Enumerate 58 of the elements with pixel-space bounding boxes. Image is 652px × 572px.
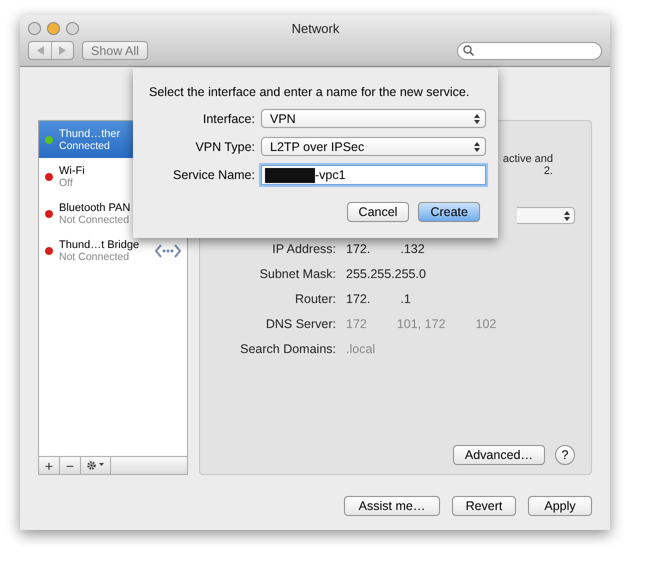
field-value: 172. (346, 242, 370, 256)
field-label: Search Domains: (239, 342, 336, 356)
show-all-button[interactable]: Show All (82, 41, 148, 60)
search-field[interactable] (457, 42, 602, 60)
service-name: Bluetooth PAN (59, 202, 130, 214)
status-text: active and (502, 153, 553, 165)
field-value: .132 (400, 242, 425, 256)
sheet-prompt: Select the interface and enter a name for the new service. (149, 85, 470, 99)
bridge-icon (155, 242, 181, 258)
field-value: 102 (476, 317, 496, 331)
field-value: 172. (346, 292, 370, 306)
service-name: Thund…t Bridge (59, 238, 140, 250)
field-value: 101, 172 (396, 317, 446, 331)
default-button[interactable]: Create (418, 202, 480, 222)
service-status: Not Connected (59, 250, 130, 262)
field-value: .1 (400, 292, 411, 306)
stepper-arrows-icon (474, 142, 480, 152)
advanced-button[interactable]: Advanced… (452, 445, 545, 465)
form-label: Service Name: (172, 168, 255, 182)
search-icon (463, 45, 474, 56)
help-button[interactable]: ? (555, 445, 575, 465)
field-label: IP Address: (271, 242, 336, 256)
remove-button[interactable]: − (60, 457, 81, 474)
form-label: VPN Type: (194, 140, 255, 154)
field-value: 172 (346, 317, 367, 331)
footer-button[interactable]: Apply (528, 496, 592, 516)
add-button[interactable]: + (39, 457, 60, 474)
redaction-block (265, 168, 315, 182)
service-status: Connected (59, 140, 110, 152)
field-label: Router: (294, 292, 336, 306)
zoom-button[interactable] (66, 22, 79, 34)
popup-menu[interactable]: VPN (261, 109, 486, 128)
gear-icon (86, 460, 106, 471)
status-text: 2. (544, 165, 553, 177)
configure-popup[interactable] (517, 207, 575, 224)
field-value: .local (346, 342, 376, 356)
right-triangle-icon (59, 46, 66, 55)
text-input[interactable]: -vpc1 (315, 168, 485, 182)
service-name-field[interactable]: -vpc1 (261, 165, 486, 185)
popup-menu[interactable]: L2TP over IPSec (261, 137, 486, 156)
dialog-button[interactable]: Cancel (346, 202, 410, 222)
service-name: Thund…ther (59, 128, 120, 140)
service-item[interactable]: Thund…t Bridge Not Connected (39, 232, 187, 269)
field-label: Subnet Mask: (258, 267, 336, 281)
close-button[interactable] (28, 22, 41, 34)
field-label: DNS Server: (264, 317, 336, 331)
field-value: 255.255.255.0 (346, 267, 426, 281)
footer-button[interactable]: Revert (452, 496, 516, 516)
service-status: Off (59, 176, 73, 188)
footer-button[interactable]: Assist me… (344, 496, 440, 516)
form-label: Interface: (202, 112, 255, 126)
service-status: Not Connected (59, 214, 130, 226)
stepper-arrows-icon (564, 210, 570, 220)
window-title: Network (290, 20, 340, 36)
service-name: Wi-Fi (59, 164, 85, 176)
left-triangle-icon (36, 46, 44, 55)
stepper-arrows-icon (474, 114, 480, 124)
minimize-button[interactable] (47, 22, 60, 34)
